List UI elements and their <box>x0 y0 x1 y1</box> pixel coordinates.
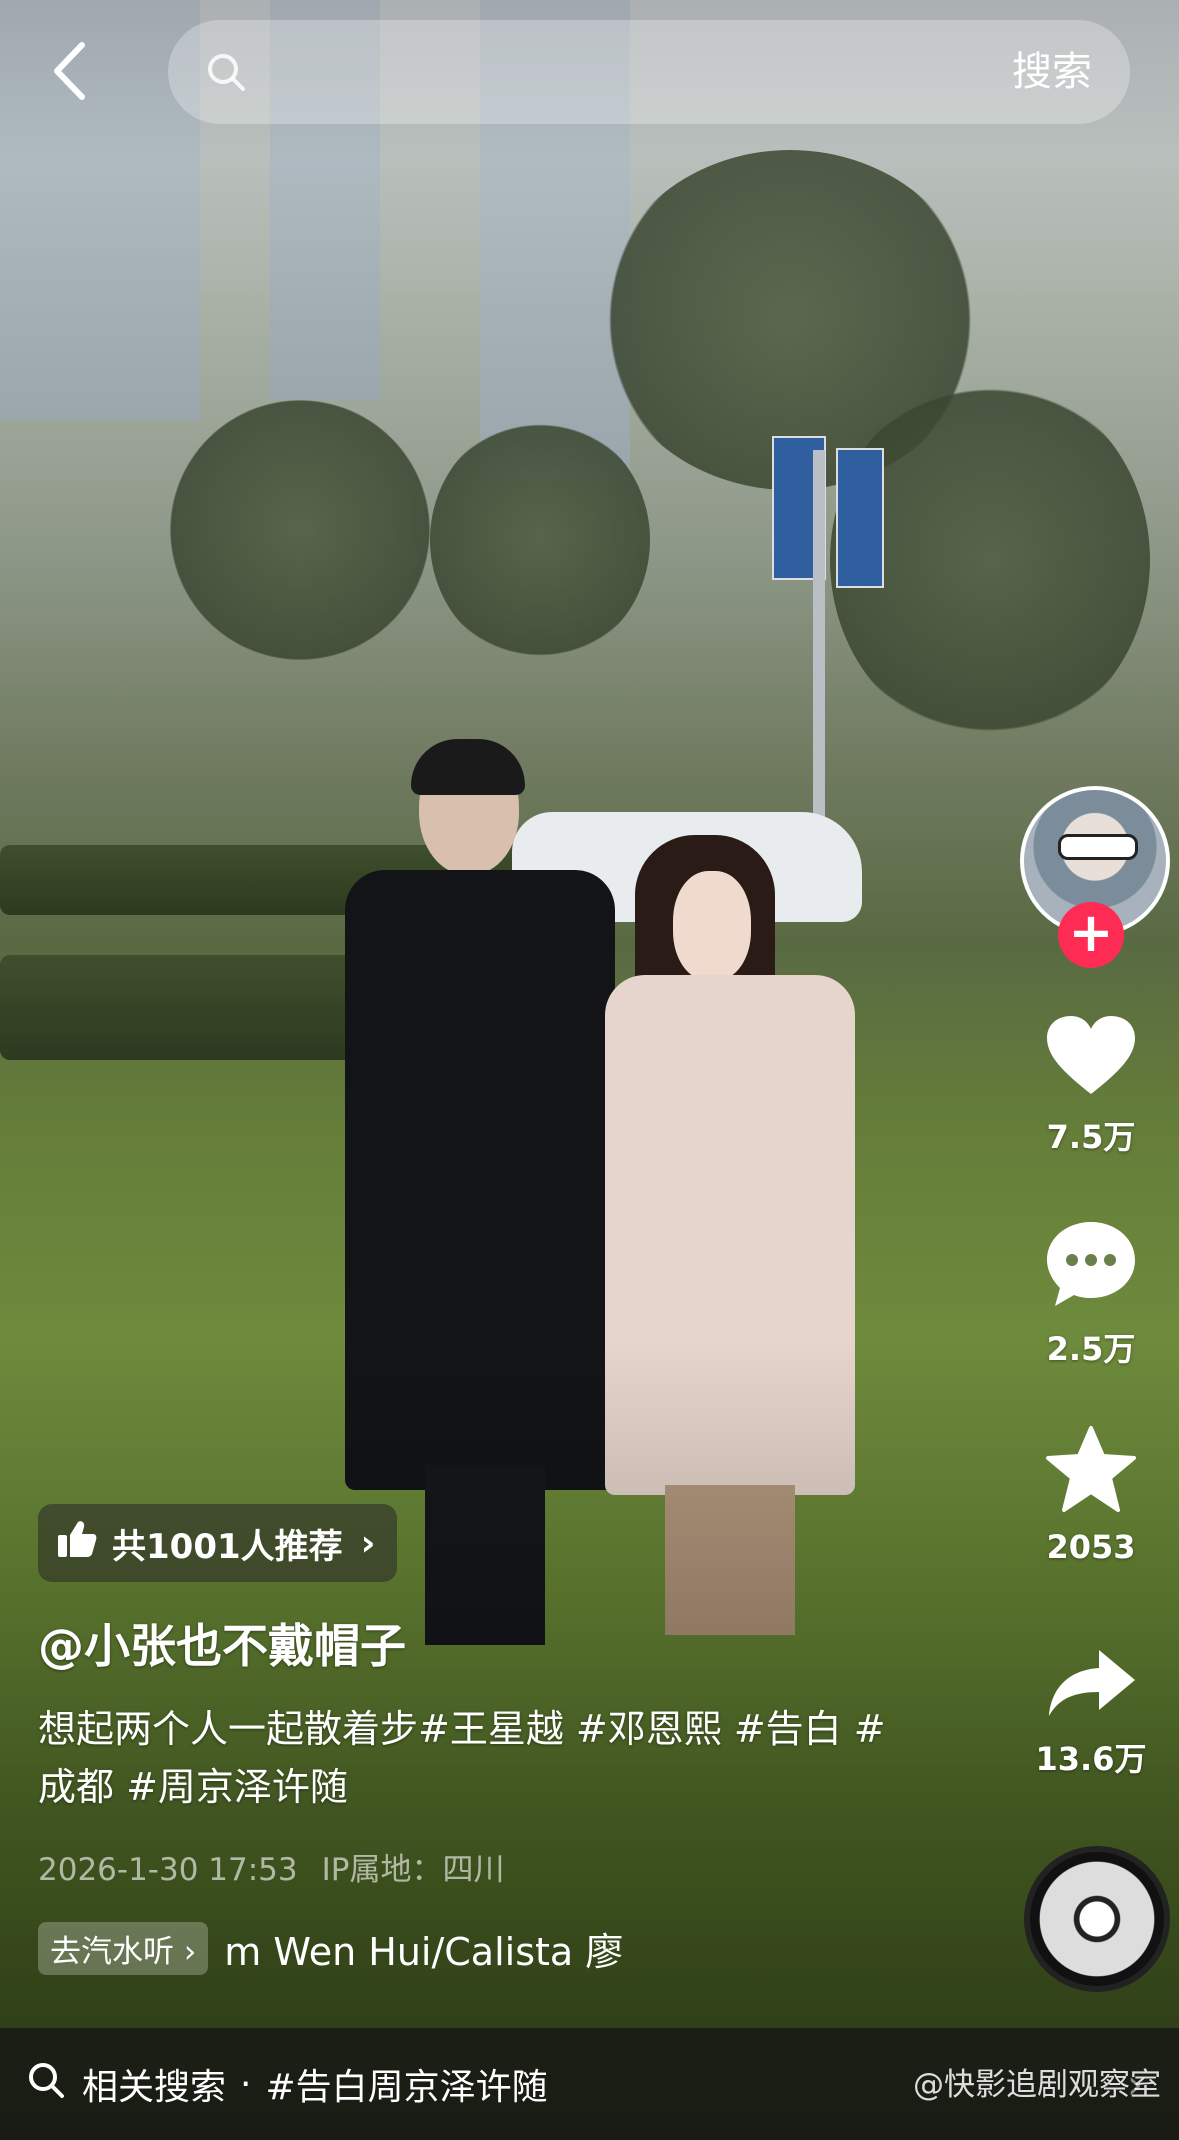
related-search-prefix: 相关搜索 <box>82 2067 227 2108</box>
comment-count: 2.5万 <box>1046 1330 1136 1368</box>
thumbs-up-icon <box>56 1519 98 1568</box>
music-row[interactable]: 去汽水听 › m Wen Hui/Calista 廖 <box>38 1918 623 1978</box>
ip-location: IP属地：四川 <box>321 1852 505 1888</box>
share-button[interactable]: 13.6万 <box>1016 1646 1166 1780</box>
avatar-sunglasses <box>1058 834 1138 860</box>
like-button[interactable]: 7.5万 <box>1016 1012 1166 1158</box>
chevron-right-icon: › <box>360 1522 376 1564</box>
comment-icon <box>1043 1222 1139 1314</box>
share-count: 13.6万 <box>1035 1740 1147 1778</box>
video-caption[interactable]: 想起两个人一起散着步#王星越 #邓恩熙 #告白 #成都 #周京泽许随 <box>38 1700 918 1816</box>
background-tree <box>170 400 430 660</box>
heart-icon <box>1043 1016 1139 1102</box>
woman-face <box>673 871 751 981</box>
video-player[interactable]: 搜索 + 7.5万 2.5万 2053 13.6万 共1001人推荐 › @小张… <box>0 0 1179 2140</box>
watermark: @快影追剧观察室 <box>913 2067 1161 2103</box>
search-button[interactable]: 搜索 <box>1012 44 1092 100</box>
favorite-count: 2053 <box>1046 1528 1136 1566</box>
music-title: m Wen Hui/Calista 廖 <box>224 1929 624 1974</box>
back-icon <box>52 41 86 105</box>
recommend-label: 共1001人推荐 <box>112 1526 343 1567</box>
open-music-button[interactable]: 去汽水听 › <box>38 1921 209 1975</box>
follow-button[interactable]: + <box>1058 902 1124 968</box>
music-disc[interactable] <box>1024 1846 1170 1992</box>
favorite-button[interactable]: 2053 <box>1016 1424 1166 1566</box>
share-icon <box>1045 1650 1137 1724</box>
separator-dot: · <box>240 2063 252 2105</box>
star-icon <box>1044 1426 1138 1518</box>
comment-button[interactable]: 2.5万 <box>1016 1218 1166 1370</box>
related-search-query: #告白周京泽许随 <box>265 2067 548 2108</box>
man-hair <box>411 739 525 795</box>
post-date: 2026-1-30 17:53 <box>38 1852 298 1888</box>
search-icon <box>26 2060 66 2109</box>
author-handle[interactable]: @小张也不戴帽子 <box>38 1610 406 1676</box>
recommend-chip[interactable]: 共1001人推荐 › <box>38 1504 398 1582</box>
back-button[interactable] <box>44 38 94 108</box>
like-count: 7.5万 <box>1046 1118 1136 1156</box>
search-icon <box>206 52 246 96</box>
road-sign <box>836 448 884 588</box>
background-tree <box>430 420 650 660</box>
sign-pole <box>813 450 825 840</box>
post-meta: 2026-1-30 17:53 IP属地：四川 <box>38 1844 504 1889</box>
related-search-label: 相关搜索 · #告白周京泽许随 <box>26 2058 548 2110</box>
search-input[interactable]: 搜索 <box>168 20 1130 124</box>
